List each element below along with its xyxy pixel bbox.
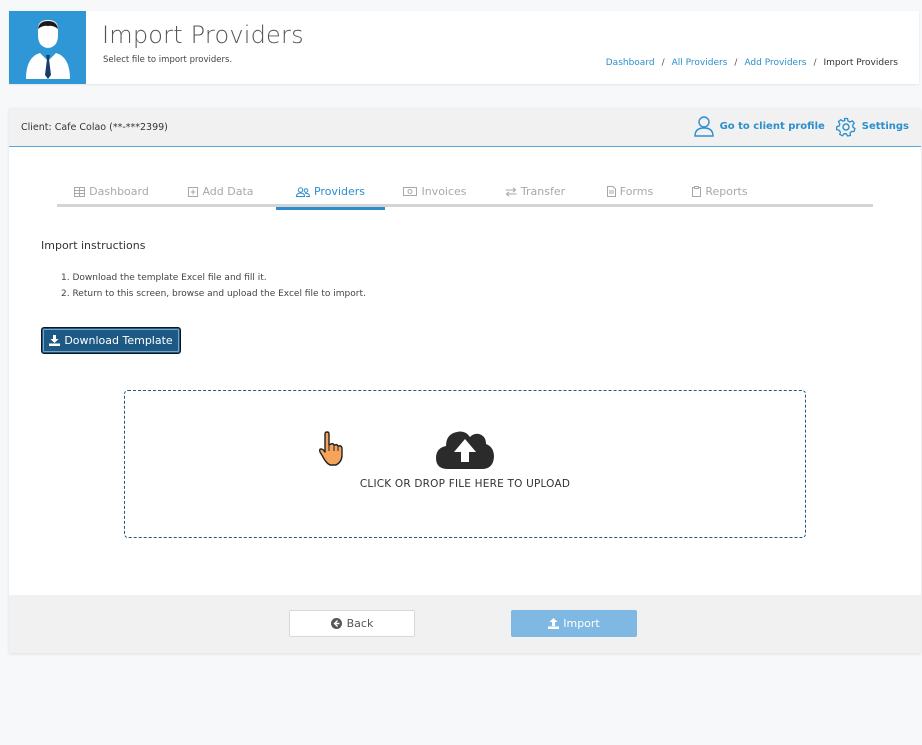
tab-transfer[interactable]: Transfer — [485, 176, 585, 207]
tab-forms-label: Forms — [619, 185, 654, 198]
upload-icon — [548, 618, 560, 629]
page-header: Import Providers Select file to import p… — [9, 11, 919, 84]
file-upload-dropzone[interactable]: CLICK OR DROP FILE HERE TO UPLOAD — [124, 390, 806, 538]
main-panel: Client: Cafe Colao (**-***2399) Go to cl… — [9, 108, 921, 653]
arrow-circle-left-icon — [330, 618, 342, 629]
instructions-list: 1. Download the template Excel file and … — [61, 270, 366, 302]
users-icon — [295, 186, 310, 197]
tab-dashboard-label: Dashboard — [89, 185, 149, 198]
tab-dashboard[interactable]: Dashboard — [57, 176, 166, 207]
form-footer: Back Import — [9, 595, 921, 653]
go-to-client-profile-link[interactable]: Go to client profile — [693, 116, 825, 137]
tab-invoices[interactable]: Invoices — [385, 176, 485, 207]
user-icon — [693, 116, 714, 137]
file-text-icon — [606, 186, 616, 197]
download-icon — [49, 335, 61, 346]
cloud-upload-icon — [436, 431, 494, 469]
table-icon — [74, 186, 86, 197]
breadcrumb-add-providers[interactable]: Add Providers — [744, 58, 806, 68]
tab-reports-label: Reports — [705, 185, 748, 198]
tab-providers-label: Providers — [313, 185, 366, 198]
tab-reports[interactable]: Reports — [675, 176, 765, 207]
instructions-title: Import instructions — [41, 239, 146, 252]
import-button[interactable]: Import — [511, 610, 637, 637]
breadcrumb-dashboard[interactable]: Dashboard — [606, 58, 655, 68]
money-bill-icon — [403, 187, 418, 196]
client-bar: Client: Cafe Colao (**-***2399) Go to cl… — [9, 108, 921, 147]
settings-label: Settings — [861, 121, 909, 132]
import-label: Import — [563, 617, 600, 630]
back-label: Back — [346, 617, 374, 630]
go-to-client-profile-label: Go to client profile — [719, 121, 825, 132]
breadcrumb: Dashboard / All Providers / Add Provider… — [606, 58, 898, 68]
client-actions: Go to client profile Settings — [693, 116, 909, 137]
plus-square-icon — [188, 186, 199, 197]
tab-providers[interactable]: Providers — [276, 176, 385, 210]
download-template-button[interactable]: Download Template — [41, 327, 181, 354]
breadcrumb-separator: / — [734, 58, 738, 68]
tab-add-data[interactable]: Add Data — [166, 176, 276, 207]
user-tie-icon — [25, 19, 70, 79]
tab-invoices-label: Invoices — [421, 185, 467, 198]
download-template-label: Download Template — [64, 334, 173, 347]
instruction-step: 1. Download the template Excel file and … — [61, 273, 267, 283]
breadcrumb-separator: / — [813, 58, 817, 68]
breadcrumb-separator: / — [661, 58, 665, 68]
client-label: Client: Cafe Colao (**-***2399) — [21, 122, 168, 133]
page-header-avatar — [9, 11, 86, 84]
page-title: Import Providers — [102, 21, 304, 49]
clipboard-icon — [692, 186, 702, 197]
hand-pointer-cursor-icon — [318, 431, 343, 466]
instruction-step: 2. Return to this screen, browse and upl… — [61, 289, 366, 299]
settings-link[interactable]: Settings — [835, 117, 909, 137]
breadcrumb-all-providers[interactable]: All Providers — [672, 58, 728, 68]
page-subtitle: Select file to import providers. — [103, 55, 233, 65]
breadcrumb-current: Import Providers — [823, 58, 898, 68]
exchange-icon — [505, 186, 517, 197]
dropzone-text: CLICK OR DROP FILE HERE TO UPLOAD — [359, 478, 571, 490]
tab-forms[interactable]: Forms — [585, 176, 675, 207]
gear-icon — [835, 117, 856, 137]
module-tabs: Dashboard Add Data Providers Invoices Tr… — [57, 176, 873, 210]
back-button[interactable]: Back — [289, 610, 415, 637]
tab-transfer-label: Transfer — [520, 185, 566, 198]
tab-add-data-label: Add Data — [202, 185, 254, 198]
